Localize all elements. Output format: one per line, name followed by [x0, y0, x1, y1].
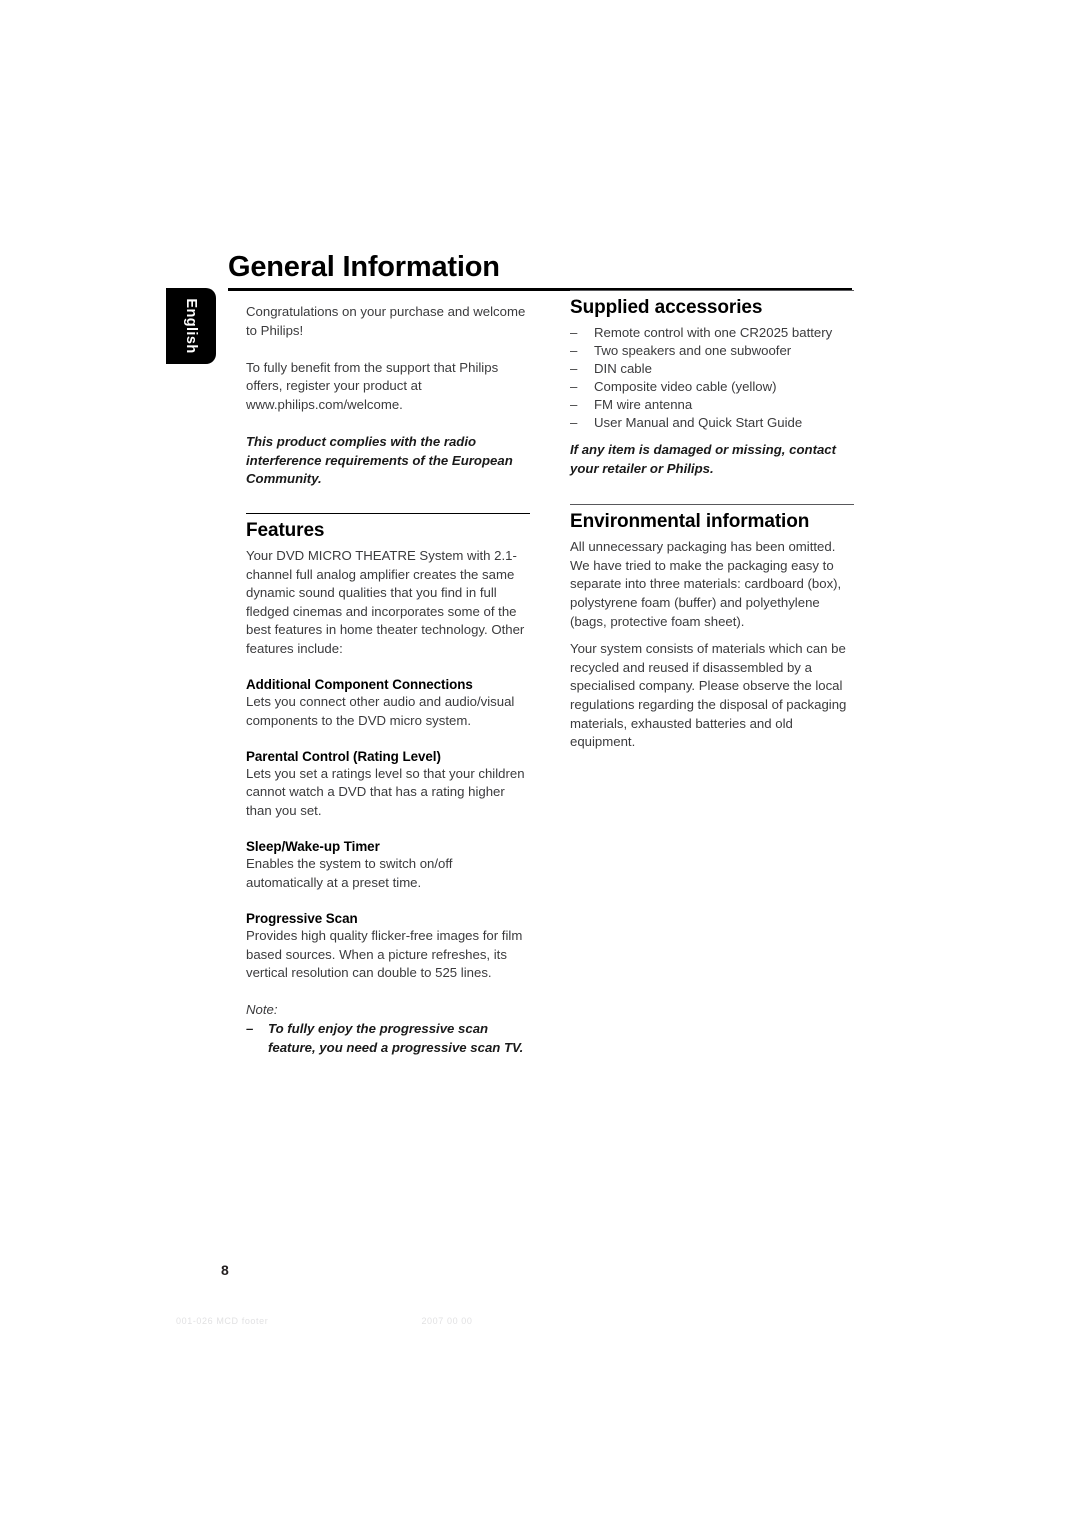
list-dash: –	[570, 415, 578, 430]
list-item-label: FM wire antenna	[594, 397, 693, 412]
list-dash: –	[570, 325, 578, 340]
language-tab: English	[166, 288, 216, 364]
feature-title-parental-control: Parental Control (Rating Level)	[246, 748, 441, 764]
footer-artifact: 001-026 MCD footer 2007 00 00	[176, 1316, 906, 1328]
list-dash: –	[570, 379, 578, 394]
list-item: – Composite video cable (yellow)	[570, 378, 854, 396]
page-number: 8	[221, 1262, 229, 1278]
compliance-note: This product complies with the radio int…	[246, 434, 513, 487]
supplied-accessories-divider	[570, 290, 854, 291]
feature-title-progressive-scan: Progressive Scan	[246, 911, 358, 927]
list-item-label: Two speakers and one subwoofer	[594, 343, 792, 358]
environmental-paragraph-2: Your system consists of materials which …	[570, 641, 847, 750]
list-item-label: Composite video cable (yellow)	[594, 379, 777, 394]
list-item: – FM wire antenna	[570, 396, 854, 414]
list-item: – DIN cable	[570, 360, 854, 378]
note-label: Note:	[246, 1002, 278, 1018]
footer-artifact-left: 001-026 MCD footer	[176, 1316, 269, 1326]
feature-text-sleep-wake-up-timer: Enables the system to switch on/off auto…	[246, 856, 453, 890]
intro-paragraph-1: Congratulations on your purchase and wel…	[246, 304, 526, 338]
feature-title-additional-component-connections: Additional Component Connections	[246, 677, 473, 693]
list-dash: –	[570, 397, 578, 412]
list-dash: –	[570, 343, 578, 358]
note-item: – To fully enjoy the progressive scan fe…	[246, 1020, 530, 1057]
note-dash: –	[246, 1021, 254, 1036]
list-item-label: DIN cable	[594, 361, 652, 376]
right-column: Supplied accessories – Remote control wi…	[570, 290, 854, 752]
supplied-accessories-list: – Remote control with one CR2025 battery…	[570, 324, 854, 432]
feature-text-progressive-scan: Provides high quality flicker-free image…	[246, 928, 523, 981]
language-tab-label: English	[183, 298, 200, 354]
list-item: – User Manual and Quick Start Guide	[570, 414, 854, 432]
left-column: Congratulations on your purchase and wel…	[246, 303, 530, 1057]
supplied-accessories-heading: Supplied accessories	[570, 297, 763, 318]
page-title: General Information	[228, 251, 500, 283]
supplied-accessories-footnote: If any item is damaged or missing, conta…	[570, 442, 837, 476]
environmental-information-heading: Environmental information	[570, 511, 810, 533]
feature-text-additional-component-connections: Lets you connect other audio and audio/v…	[246, 694, 515, 728]
intro-paragraph-2: To fully benefit from the support that P…	[246, 359, 499, 412]
features-intro: Your DVD MICRO THEATRE System with 2.1-c…	[246, 547, 525, 656]
feature-title-sleep-wake-up-timer: Sleep/Wake-up Timer	[246, 839, 380, 855]
features-divider	[246, 512, 530, 514]
list-item-label: Remote control with one CR2025 battery	[594, 325, 833, 340]
environmental-information-divider	[570, 504, 854, 506]
features-heading: Features	[246, 519, 325, 541]
note-text: To fully enjoy the progressive scan feat…	[268, 1021, 524, 1055]
feature-text-parental-control: Lets you set a ratings level so that you…	[246, 765, 525, 819]
footer-artifact-right: 2007 00 00	[421, 1316, 473, 1326]
document-page: General Information English Congratulati…	[0, 0, 1080, 1528]
list-item-label: User Manual and Quick Start Guide	[594, 415, 803, 430]
list-dash: –	[570, 361, 578, 376]
environmental-paragraph-1: All unnecessary packaging has been omitt…	[570, 539, 842, 629]
list-item: – Remote control with one CR2025 battery	[570, 324, 854, 342]
list-item: – Two speakers and one subwoofer	[570, 342, 854, 360]
